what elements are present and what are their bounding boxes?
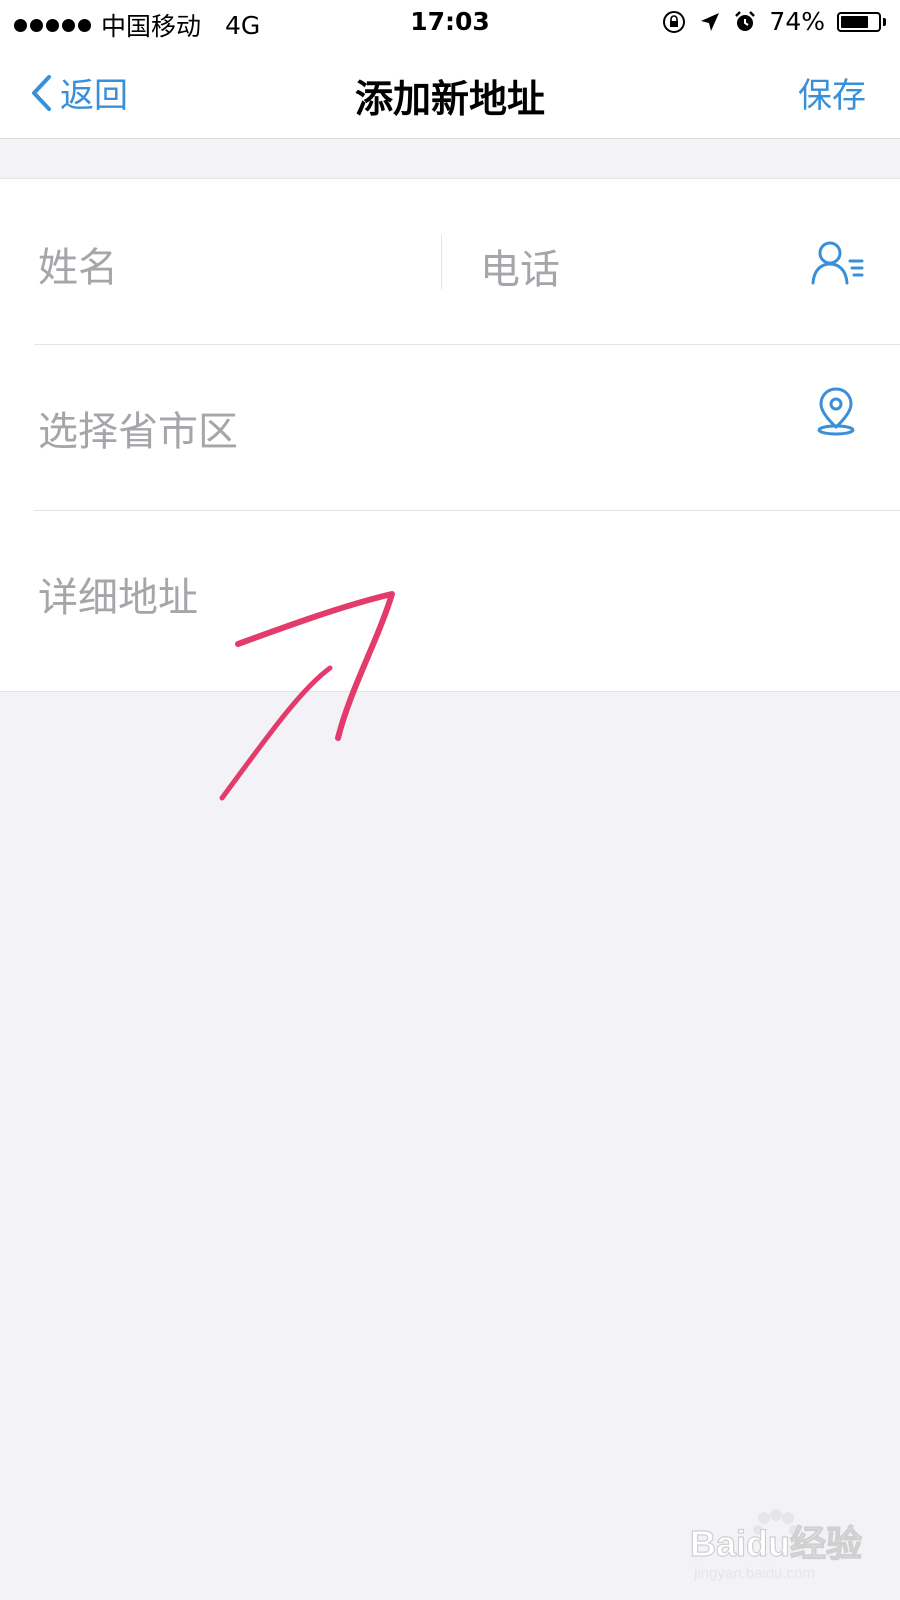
- status-right: 74%: [661, 7, 886, 36]
- location-pin-icon[interactable]: [814, 385, 858, 437]
- page-title: 添加新地址: [354, 77, 545, 121]
- navigation-bar: 返回 添加新地址 保存: [0, 44, 900, 139]
- address-row: 详细地址: [0, 511, 900, 691]
- address-form: 姓名 电话 选择省市区 详细地址: [0, 178, 900, 692]
- status-bar: 中国移动 4G 17:03 74%: [0, 0, 900, 44]
- watermark-url: jingyan.baidu.com: [693, 1565, 815, 1582]
- battery-icon: [837, 11, 886, 32]
- phone-field[interactable]: 电话: [480, 237, 560, 295]
- name-field[interactable]: 姓名: [38, 235, 118, 293]
- battery-percent: 74%: [769, 7, 825, 36]
- baidu-jingyan-watermark: Baidu经验 jingyan.baidu.com: [690, 1509, 863, 1582]
- battery-fill: [841, 15, 868, 28]
- save-button[interactable]: 保存: [798, 68, 866, 117]
- watermark-brand: Baidu经验: [690, 1523, 862, 1564]
- contacts-icon[interactable]: [810, 239, 866, 287]
- field-separator: [441, 235, 442, 289]
- name-phone-row: 姓名 电话: [0, 179, 900, 345]
- region-selector[interactable]: 选择省市区: [38, 399, 238, 457]
- location-arrow-icon: [701, 12, 720, 31]
- region-row[interactable]: 选择省市区: [0, 345, 900, 511]
- rotation-lock-icon: [663, 10, 686, 33]
- alarm-clock-icon: [735, 10, 756, 31]
- detailed-address-field[interactable]: 详细地址: [38, 565, 198, 623]
